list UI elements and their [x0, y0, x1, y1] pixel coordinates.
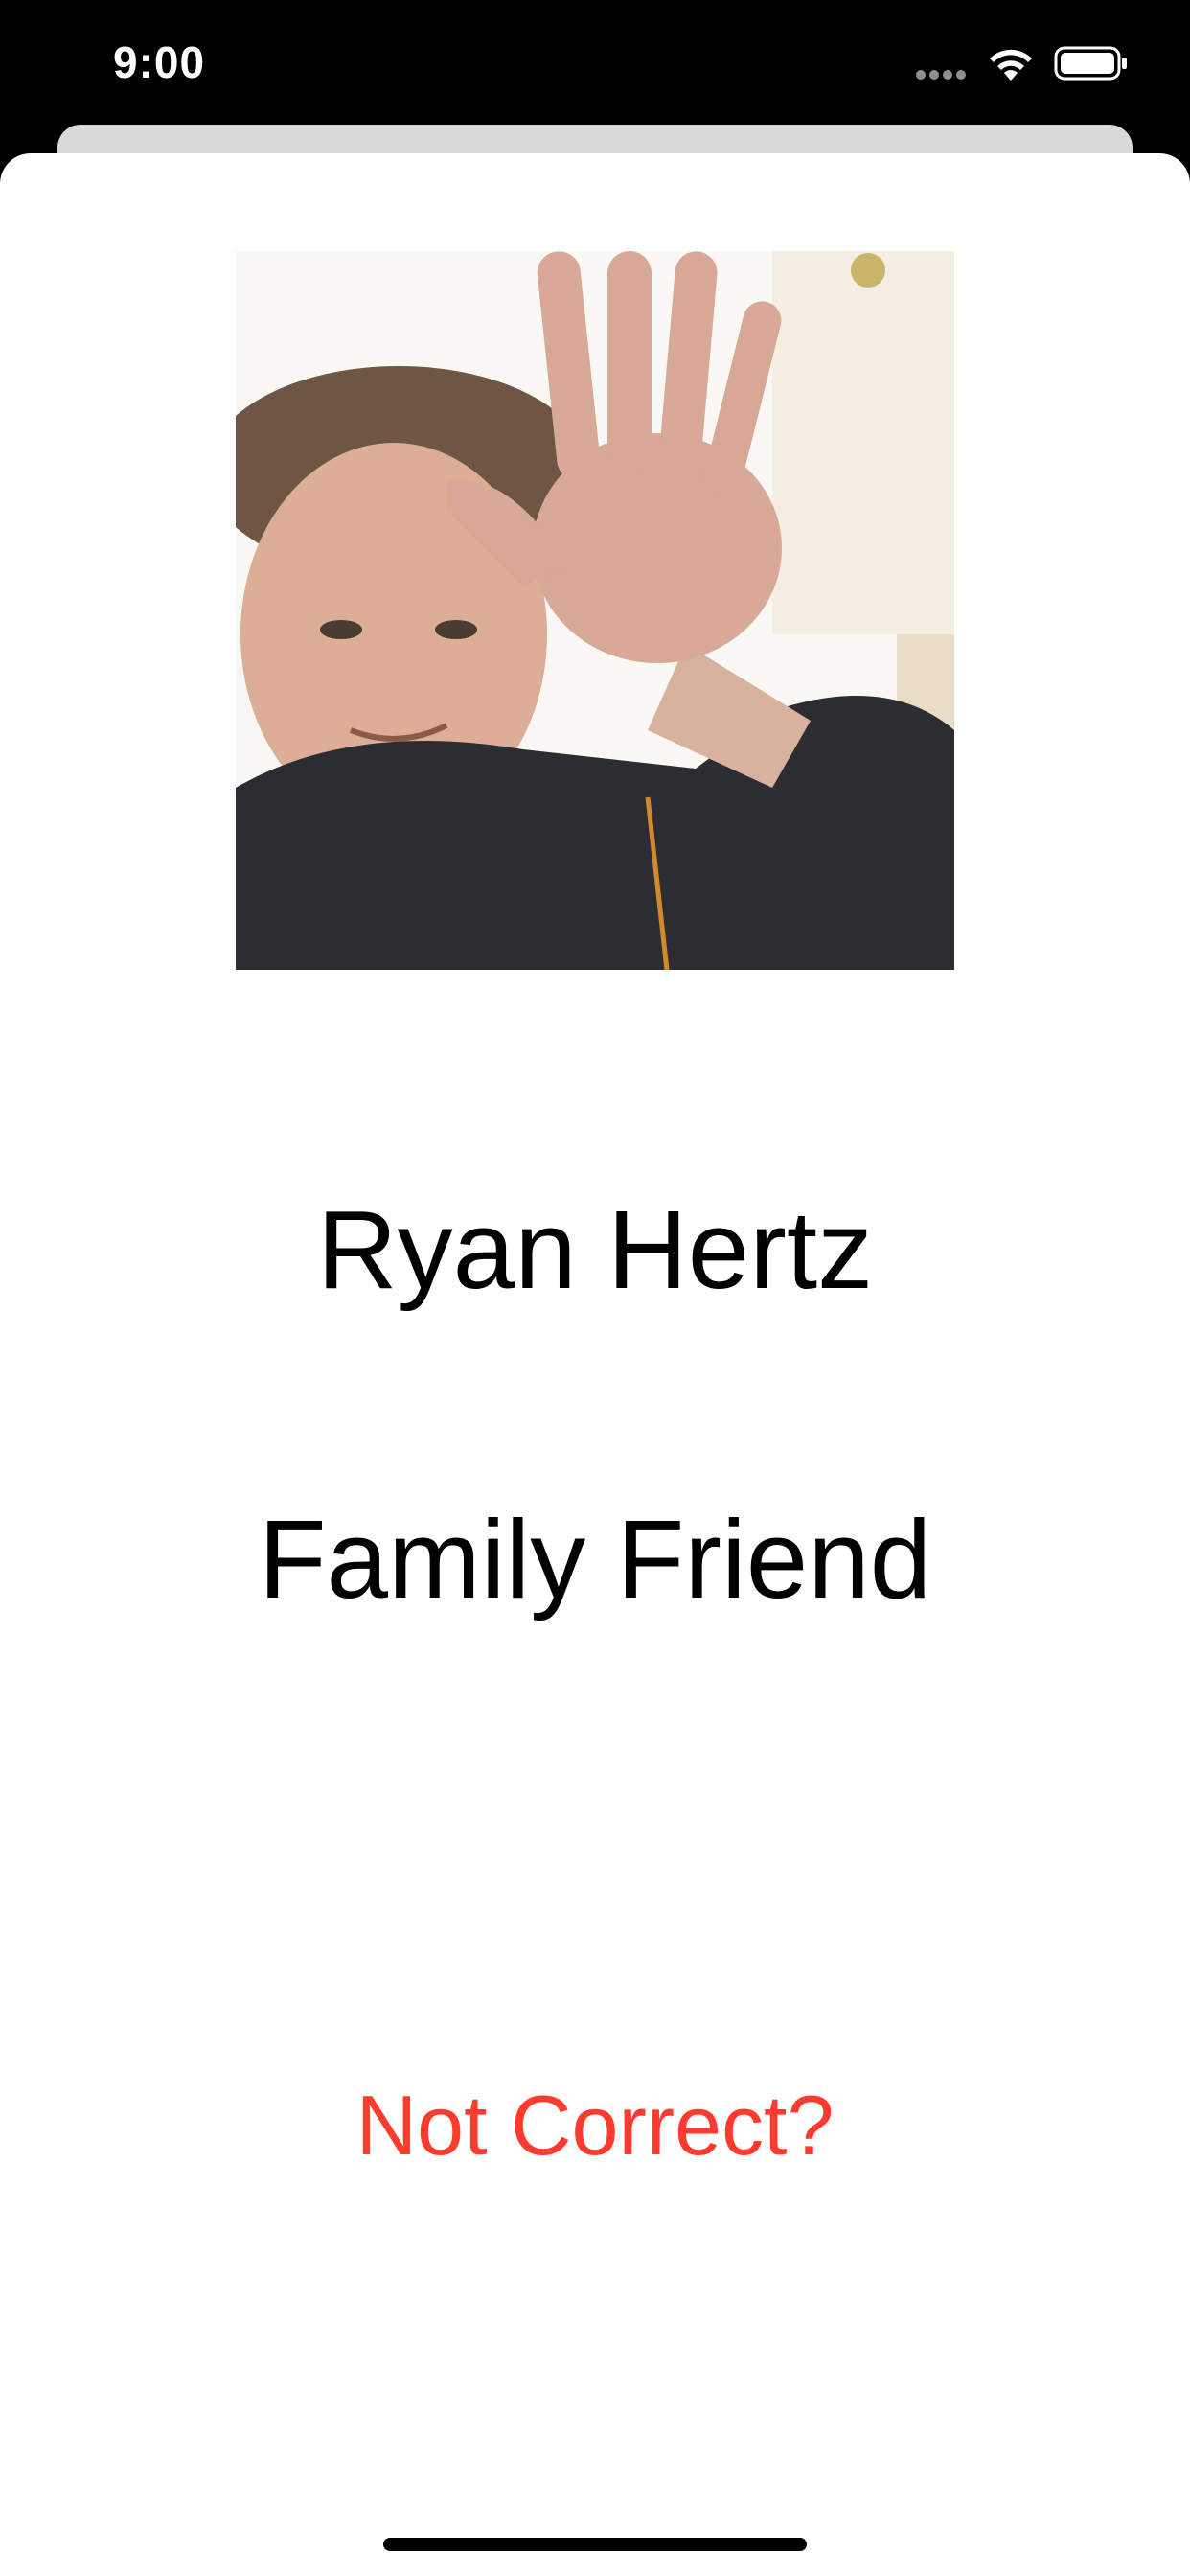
wifi-icon — [990, 49, 1032, 80]
home-indicator[interactable] — [383, 2538, 807, 2551]
not-correct-button[interactable]: Not Correct? — [308, 2068, 882, 2183]
contact-name: Ryan Hertz — [316, 1187, 874, 1312]
screen: 9:00 Ryan Hertz Family Friend Not Correc… — [0, 0, 1190, 2576]
contact-relationship: Family Friend — [258, 1497, 932, 1622]
status-time: 9:00 — [113, 37, 206, 87]
status-bar: 9:00 — [0, 0, 1190, 134]
battery-icon — [1054, 46, 1127, 80]
cellular-signal-icon — [916, 70, 966, 80]
modal-sheet: Ryan Hertz Family Friend Not Correct? — [0, 153, 1190, 2576]
contact-photo-image — [236, 251, 954, 970]
contact-photo — [236, 251, 954, 970]
